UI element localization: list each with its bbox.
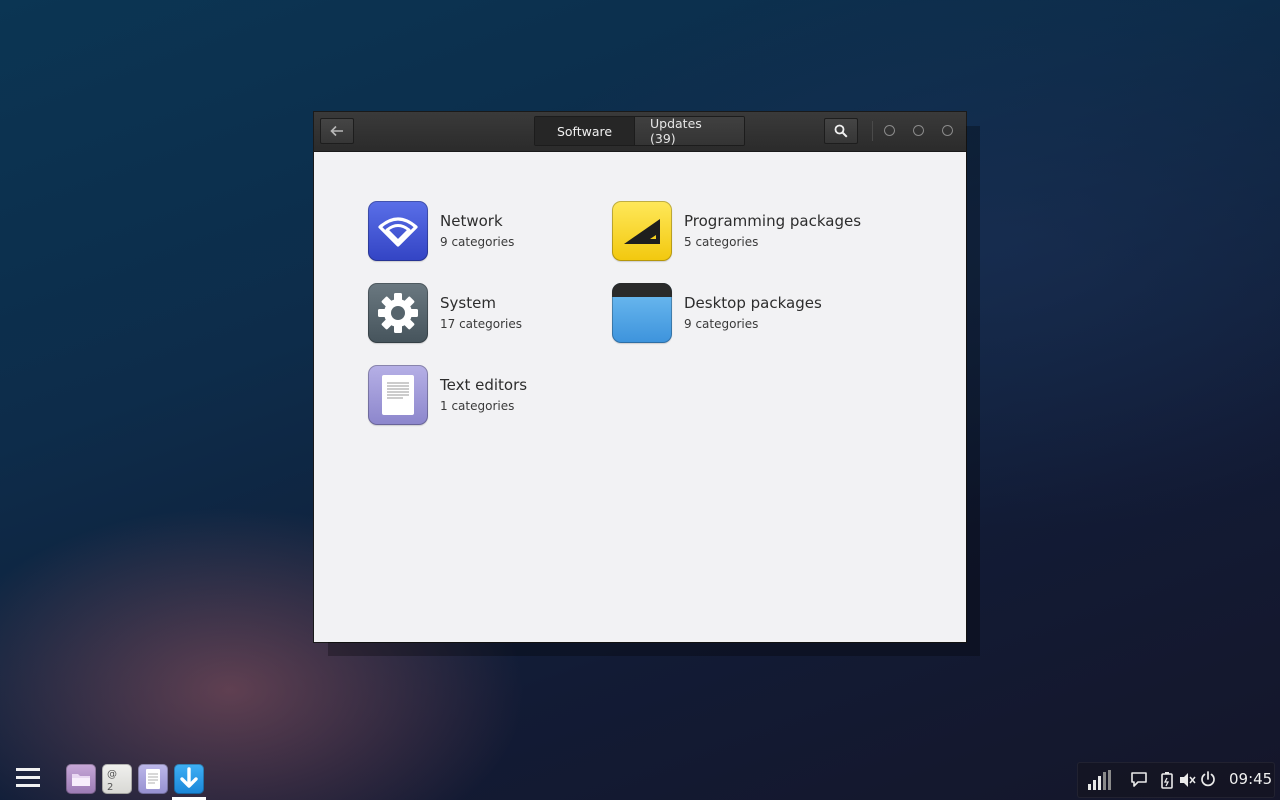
svg-text:@: @ [107, 769, 117, 780]
category-count: 9 categories [440, 235, 515, 249]
folder-icon [72, 774, 90, 786]
category-count: 1 categories [440, 399, 515, 413]
at-sign-icon: @ 2 [107, 769, 117, 793]
category-system[interactable]: System 17 categories [368, 283, 598, 343]
dock: @ 2 [66, 764, 204, 794]
category-programming-packages[interactable]: Programming packages 5 categories [612, 201, 892, 261]
wifi-icon [368, 201, 428, 261]
category-title: System [440, 294, 496, 312]
dock-text-editor[interactable] [138, 764, 168, 794]
close-button[interactable] [942, 125, 953, 136]
tab-software[interactable]: Software [535, 117, 634, 145]
category-count: 9 categories [684, 317, 759, 331]
download-arrow-icon [180, 767, 198, 788]
arrow-left-icon [330, 125, 343, 137]
document-icon [368, 365, 428, 425]
signal-icon[interactable] [1088, 770, 1112, 790]
volume-muted-icon[interactable] [1179, 772, 1197, 788]
software-center-window: Software Updates (39) Network 9 categori… [314, 112, 966, 642]
dock-file-manager[interactable] [66, 764, 96, 794]
maximize-button[interactable] [913, 125, 924, 136]
dock-software-center[interactable] [174, 764, 204, 794]
category-title: Network [440, 212, 503, 230]
app-menu-button[interactable] [16, 768, 40, 790]
tab-updates[interactable]: Updates (39) [634, 117, 744, 145]
chat-icon[interactable] [1131, 772, 1147, 788]
svg-text:2: 2 [107, 782, 113, 793]
category-count: 5 categories [684, 235, 759, 249]
search-icon [834, 124, 848, 138]
category-text-editors[interactable]: Text editors 1 categories [368, 365, 598, 425]
category-desktop-packages[interactable]: Desktop packages 9 categories [612, 283, 892, 343]
category-title: Programming packages [684, 212, 862, 230]
category-count: 17 categories [440, 317, 522, 331]
power-icon[interactable] [1200, 771, 1216, 787]
back-button[interactable] [320, 118, 354, 144]
category-title: Text editors [440, 376, 528, 394]
titlebar-separator [872, 121, 873, 141]
minimize-button[interactable] [884, 125, 895, 136]
search-button[interactable] [824, 118, 858, 144]
window-icon [612, 283, 672, 343]
triangle-ruler-icon [612, 201, 672, 261]
category-network[interactable]: Network 9 categories [368, 201, 598, 261]
dock-email-client[interactable]: @ 2 [102, 764, 132, 794]
titlebar: Software Updates (39) [314, 112, 966, 152]
gear-icon [368, 283, 428, 343]
clock[interactable]: 09:45 [1229, 770, 1272, 788]
battery-icon[interactable] [1160, 771, 1176, 789]
category-title: Desktop packages [684, 294, 822, 312]
view-switcher: Software Updates (39) [534, 116, 745, 146]
document-icon [146, 769, 160, 789]
